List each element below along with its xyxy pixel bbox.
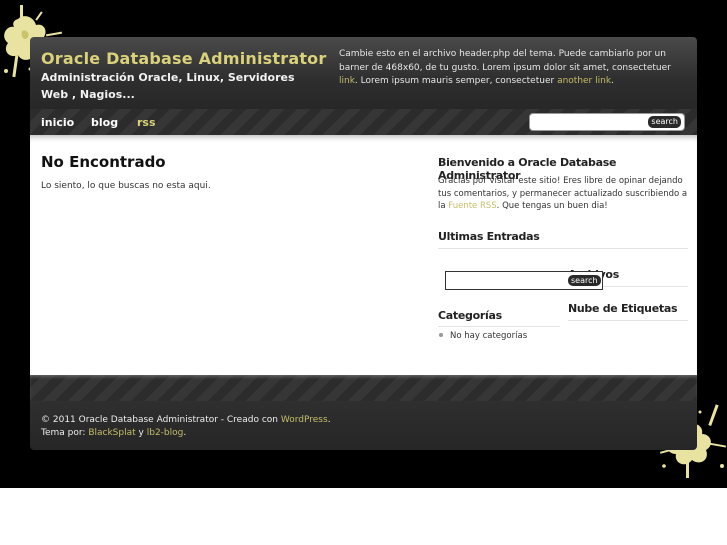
nav-item-inicio[interactable]: inicio (41, 116, 74, 129)
rss-feed-link[interactable]: Fuente RSS (448, 201, 496, 211)
navigation-bar: inicio blog rss search (30, 109, 697, 135)
blacksplat-link[interactable]: BlackSplat (88, 428, 135, 438)
divider (568, 320, 688, 321)
welcome-text-end: . Que tengas un buen dia! (496, 201, 608, 211)
site-title[interactable]: Oracle Database Administrator (41, 49, 326, 68)
wordpress-link[interactable]: WordPress (281, 415, 328, 425)
footer-theme-credit: Tema por: BlackSplat y lb2-blog. (41, 428, 186, 438)
site-description: Administración Oracle, Linux, Servidores… (41, 71, 295, 101)
footer-text-end: . (327, 415, 331, 425)
banner-text: Cambie esto en el archivo header.php del… (339, 49, 671, 73)
widget-title-tag-cloud: Nube de Etiquetas (568, 302, 678, 315)
page-background: Oracle Database Administrator Administra… (0, 0, 727, 488)
banner-another-link[interactable]: another link (557, 76, 611, 86)
search-button[interactable]: search (648, 116, 681, 128)
widget-title-latest-posts: Ultimas Entradas (438, 230, 540, 243)
category-list-item: No hay categorías (438, 331, 527, 341)
nav-item-blog[interactable]: blog (91, 116, 118, 129)
header-search-box: search (529, 113, 685, 131)
sidebar-welcome-text: Gracias por visitar este sitio! Eres lib… (438, 175, 690, 213)
theme-credit-text: Tema por: (41, 428, 86, 438)
header-banner-text: Cambie esto en el archivo header.php del… (339, 48, 689, 89)
bullet-icon (439, 333, 443, 337)
widget-title-categories: Categorías (438, 309, 502, 322)
not-found-message: Lo siento, lo que buscas no esta aqui. (41, 181, 211, 191)
divider (438, 248, 688, 249)
theme-credit-and: y (138, 428, 144, 438)
nav-item-rss[interactable]: rss (137, 116, 156, 129)
site-footer: © 2011 Oracle Database Administrator - C… (30, 401, 697, 450)
footer-copyright-text: © 2011 Oracle Database Administrator - C… (41, 415, 278, 425)
banner-text-middle: . Lorem ipsum mauris semper, consectetue… (354, 76, 555, 86)
banner-link[interactable]: link (339, 76, 355, 86)
lb2-blog-link[interactable]: lb2-blog (147, 428, 184, 438)
search-input[interactable] (533, 116, 643, 128)
theme-credit-end: . (183, 428, 187, 438)
sidebar-search-button[interactable]: search (568, 275, 601, 286)
site-header: Oracle Database Administrator Administra… (30, 37, 697, 109)
no-categories-text: No hay categorías (450, 331, 528, 341)
page-title: No Encontrado (41, 153, 166, 171)
main-content-area: No Encontrado Lo siento, lo que buscas n… (30, 135, 697, 375)
banner-text-end: . (611, 76, 614, 86)
footer-copyright: © 2011 Oracle Database Administrator - C… (41, 415, 331, 425)
footer-stripe (30, 375, 697, 401)
site-wrapper: Oracle Database Administrator Administra… (30, 37, 697, 450)
divider (438, 326, 560, 327)
